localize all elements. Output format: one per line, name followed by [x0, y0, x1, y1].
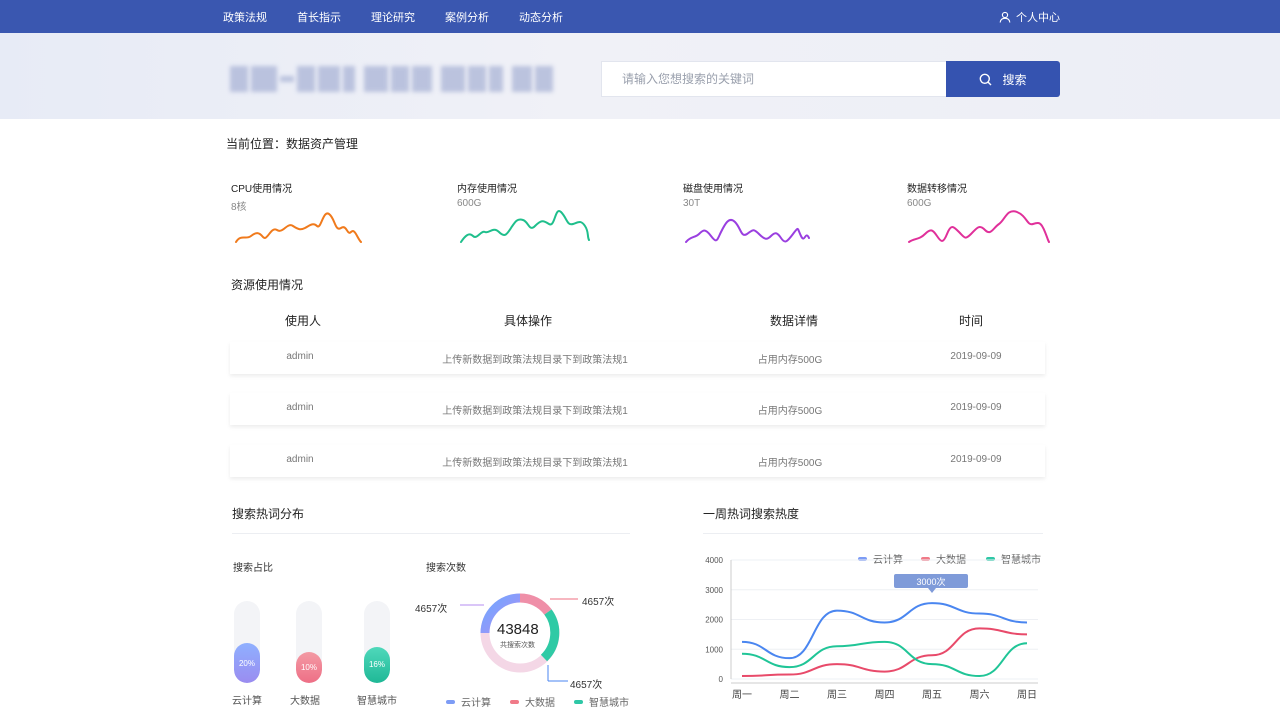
search-icon [980, 73, 992, 85]
donut-legend-cloud: 云计算 [446, 694, 491, 709]
ratio-title: 搜索占比 [233, 563, 273, 574]
weekly-divider [703, 533, 1043, 534]
nav-item-instructions[interactable]: 首长指示 [297, 9, 341, 25]
donut-callout: 4657次 [570, 680, 603, 691]
stat-disk: 磁盘使用情况 30T [683, 180, 883, 243]
legend-label: 智慧城市 [589, 698, 629, 709]
stat-title: 内存使用情况 [457, 184, 517, 195]
cell-detail: 占用内存500G [757, 406, 823, 417]
nav-item-dynamics[interactable]: 动态分析 [519, 9, 563, 25]
y-tick-label: 4000 [705, 556, 723, 565]
cell-user: admin [286, 402, 314, 413]
search-button[interactable]: 搜索 [946, 61, 1060, 97]
x-tick-label: 周六 [970, 689, 990, 701]
ratio-bar-smartcity: 16% [364, 601, 390, 683]
donut-callout: 4657次 [415, 604, 448, 615]
search-button-label: 搜索 [1002, 72, 1027, 87]
column-header: 具体操作 [503, 314, 553, 328]
cpu-sparkline [235, 212, 362, 243]
cell-detail: 占用内存500G [757, 458, 823, 469]
cell-detail: 占用内存500G [757, 355, 823, 366]
stat-cpu: CPU使用情况 8核 [231, 180, 431, 243]
column-header: 时间 [958, 314, 984, 328]
cell-user: admin [286, 454, 314, 465]
tooltip-pointer [928, 588, 936, 593]
ratio-percent: 20% [238, 658, 255, 668]
weekly-title: 一周热词搜索热度 [703, 507, 800, 521]
legend-label: 大数据 [525, 698, 555, 709]
x-tick-label: 周四 [875, 689, 895, 701]
ratio-bar-bigdata: 10% [296, 601, 322, 683]
weekly-line-chart: 4000 3000 2000 1000 0 周一 周二 周三 周四 周五 周六 周日 3000次 [705, 556, 1038, 701]
user-icon [999, 11, 1011, 23]
series-line [741, 602, 1028, 660]
stat-transfer: 数据转移情况 600G [907, 180, 1107, 243]
cell-operation: 上传新数据到政策法规目录下到政策法规1 [442, 355, 628, 366]
nav-item-policy[interactable]: 政策法规 [223, 9, 267, 25]
disk-sparkline [685, 218, 810, 243]
nav-item-theory[interactable]: 理论研究 [371, 9, 415, 25]
table-row[interactable]: admin 上传新数据到政策法规目录下到政策法规1 占用内存500G 2019-… [230, 445, 1045, 477]
hot-words-title: 搜索热词分布 [232, 507, 305, 521]
cell-operation: 上传新数据到政策法规目录下到政策法规1 [442, 406, 628, 417]
ratio-label: 智慧城市 [357, 696, 397, 707]
ratio-fill: 16% [364, 646, 390, 683]
column-header: 使用人 [284, 314, 322, 328]
nav-item-cases[interactable]: 案例分析 [445, 9, 489, 25]
user-center-label: 个人中心 [1016, 11, 1060, 24]
stat-title: 数据转移情况 [907, 184, 967, 195]
top-nav-bar: 政策法规 首长指示 理论研究 案例分析 动态分析 个人中心 [0, 0, 1280, 33]
donut-callout: 4657次 [582, 597, 615, 608]
cell-operation: 上传新数据到政策法规目录下到政策法规1 [442, 458, 628, 469]
y-tick-label: 1000 [705, 645, 723, 654]
x-tick-label: 周一 [732, 689, 752, 701]
count-title: 搜索次数 [426, 563, 466, 574]
search-input[interactable] [601, 61, 946, 97]
ratio-label: 大数据 [290, 696, 320, 707]
y-tick-label: 3000 [705, 586, 723, 595]
ratio-percent: 16% [368, 660, 385, 670]
table-header: 使用人 具体操作 数据详情 时间 [230, 312, 1045, 330]
donut-segment-smartcity [540, 609, 560, 662]
stat-title: 磁盘使用情况 [683, 184, 743, 195]
cell-time: 2019-09-09 [950, 351, 1002, 362]
cell-user: admin [286, 351, 314, 362]
ratio-percent: 10% [300, 663, 317, 672]
column-header: 数据详情 [769, 314, 819, 328]
main-nav: 政策法规 首长指示 理论研究 案例分析 动态分析 [223, 0, 593, 33]
series-line [741, 627, 1028, 678]
donut-segment-bigdata [519, 593, 552, 615]
site-logo-blurred [230, 64, 574, 94]
stat-memory: 内存使用情况 600G [457, 180, 657, 243]
y-tick-label: 0 [719, 675, 724, 684]
tooltip-text: 3000次 [916, 576, 945, 587]
ratio-fill: 10% [296, 652, 322, 683]
cell-time: 2019-09-09 [950, 454, 1002, 465]
user-center-link[interactable]: 个人中心 [999, 0, 1060, 33]
ratio-label: 云计算 [232, 696, 262, 707]
ratio-bar-cloud: 20% [234, 601, 260, 683]
legend-label: 云计算 [461, 698, 491, 709]
resource-title: 资源使用情况 [231, 278, 304, 292]
x-tick-label: 周五 [922, 689, 942, 701]
x-tick-label: 周三 [827, 689, 847, 701]
y-tick-label: 2000 [705, 616, 723, 625]
x-tick-label: 周日 [1017, 689, 1037, 701]
cell-time: 2019-09-09 [950, 402, 1002, 413]
stat-title: CPU使用情况 [231, 184, 293, 195]
donut-total-label: 共搜索次数 [500, 642, 535, 649]
table-row[interactable]: admin 上传新数据到政策法规目录下到政策法规1 占用内存500G 2019-… [230, 393, 1045, 425]
ratio-fill: 20% [234, 643, 260, 683]
memory-sparkline [460, 209, 590, 243]
x-tick-label: 周二 [780, 689, 800, 701]
hot-words-divider [232, 533, 630, 534]
breadcrumb: 当前位置：数据资产管理 [226, 137, 359, 151]
transfer-sparkline [908, 210, 1050, 243]
table-row[interactable]: admin 上传新数据到政策法规目录下到政策法规1 占用内存500G 2019-… [230, 342, 1045, 374]
donut-total: 43848 [497, 621, 539, 638]
donut-legend-bigdata: 大数据 [510, 694, 555, 709]
donut-legend-smartcity: 智慧城市 [574, 694, 629, 709]
